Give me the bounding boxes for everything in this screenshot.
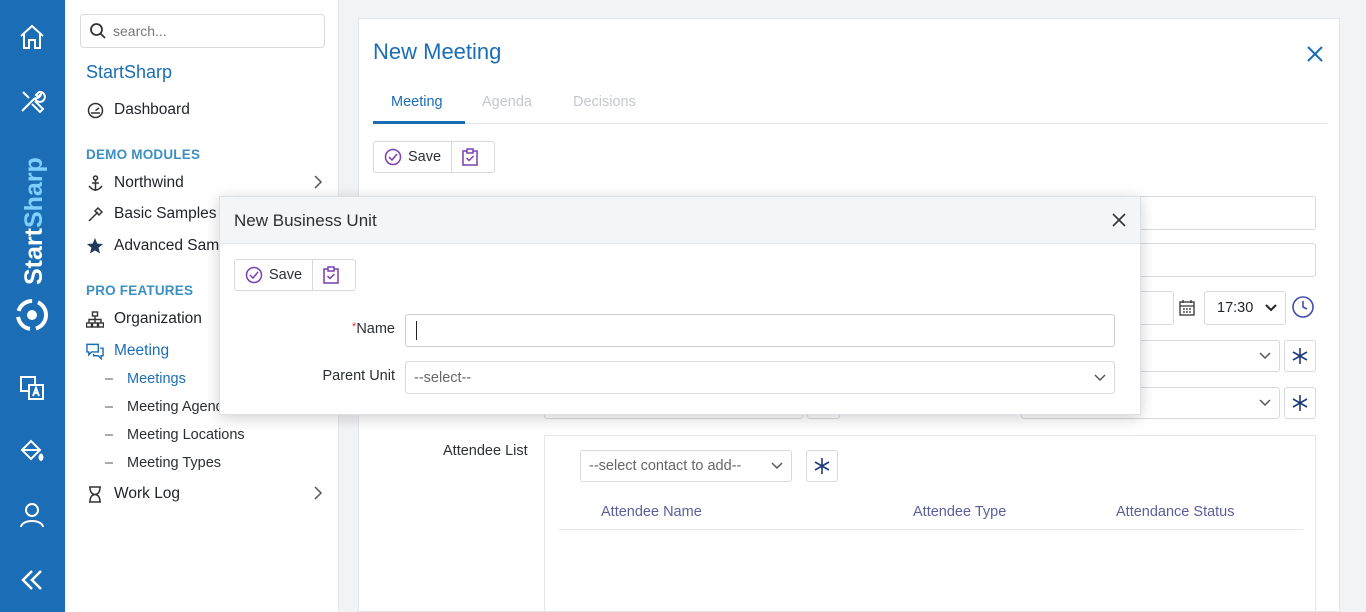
asterisk-icon [814, 458, 830, 474]
paint-bucket-icon[interactable] [17, 436, 47, 466]
icon-rail: StartSharp [0, 0, 65, 612]
end-time-value: 17:30 [1217, 300, 1254, 316]
clipboard-check-icon [323, 266, 339, 284]
modal-save-button[interactable]: Save [235, 260, 312, 290]
sidebar-subitem-meetings[interactable]: – Meetings [105, 371, 186, 387]
meeting-name-input[interactable] [1139, 196, 1316, 230]
column-attendee-name[interactable]: Attendee Name [601, 504, 702, 520]
modal-header: New Business Unit [220, 197, 1140, 244]
sidebar-item-northwind[interactable]: Northwind [86, 174, 184, 192]
tab-indicator [373, 121, 465, 124]
sidebar-item-dashboard[interactable]: Dashboard [86, 101, 190, 119]
anchor-icon [86, 174, 104, 192]
sidebar-item-label: Northwind [114, 174, 184, 191]
meeting-number-input[interactable] [1139, 243, 1316, 277]
chat-icon [86, 342, 104, 360]
tab-agenda[interactable]: Agenda [482, 94, 532, 110]
main-toolbar: Save [373, 141, 496, 173]
text-cursor [416, 321, 417, 340]
attendee-grid: --select contact to add-- Attendee Name … [544, 435, 1316, 612]
wand-icon [86, 205, 104, 223]
add-contact-button[interactable] [806, 450, 838, 482]
end-date-input[interactable] [1139, 291, 1174, 325]
close-icon[interactable] [1306, 45, 1324, 68]
new-business-unit-modal: New Business Unit Save *Name Parent Unit… [219, 196, 1141, 415]
clipboard-check-icon [462, 148, 478, 166]
dialog-title: New Meeting [373, 39, 502, 64]
column-attendee-type[interactable]: Attendee Type [913, 504, 1006, 520]
chevron-right-icon [313, 175, 323, 192]
sidebar-item-label: Organization [114, 310, 202, 327]
clock-icon[interactable] [1291, 295, 1315, 324]
end-time-select[interactable]: 17:30 [1204, 291, 1286, 325]
contact-placeholder: --select contact to add-- [589, 458, 742, 474]
parent-unit-placeholder: --select-- [414, 369, 472, 386]
parent-unit-select[interactable]: --select-- [405, 361, 1115, 394]
column-attendance-status[interactable]: Attendance Status [1116, 504, 1235, 520]
chevron-down-icon [1265, 304, 1277, 312]
chevron-down-icon [1259, 399, 1271, 407]
sidebar-subitem-types[interactable]: – Meeting Types [105, 455, 221, 471]
home-icon[interactable] [17, 22, 47, 52]
tab-meeting[interactable]: Meeting [391, 94, 443, 110]
modal-apply-button[interactable] [312, 260, 355, 290]
star-icon [86, 237, 104, 255]
svg-text:StartSharp: StartSharp [20, 157, 48, 285]
calendar-icon[interactable] [1179, 299, 1195, 321]
check-circle-icon [384, 148, 402, 166]
sidebar-item-meeting[interactable]: Meeting [86, 342, 169, 360]
apply-button[interactable] [451, 142, 494, 172]
name-label: *Name [320, 321, 395, 337]
hourglass-icon [86, 485, 104, 503]
add-location-button[interactable] [1284, 340, 1316, 372]
gauge-icon [86, 101, 104, 119]
save-label: Save [269, 267, 303, 283]
sidebar-item-organization[interactable]: Organization [86, 310, 202, 328]
brand-logo: StartSharp [12, 130, 52, 331]
asterisk-icon [1292, 348, 1308, 364]
save-button[interactable]: Save [374, 142, 451, 172]
search-input[interactable] [113, 23, 313, 39]
sidebar-item-label: Basic Samples [114, 205, 217, 222]
save-label: Save [408, 149, 442, 165]
contact-select[interactable]: --select contact to add-- [580, 450, 792, 482]
chevron-right-icon [313, 486, 323, 503]
name-label-text: Name [356, 321, 395, 337]
modal-title: New Business Unit [234, 211, 377, 230]
sidebar-item-label: Dashboard [114, 101, 190, 118]
search-icon [90, 23, 106, 39]
sidebar-subitem-label: Meeting Types [127, 455, 222, 471]
sidebar-item-label: Work Log [114, 485, 181, 502]
sidebar-subitem-label: Meeting Locations [127, 427, 245, 443]
asterisk-icon [1292, 395, 1308, 411]
parent-unit-label: Parent Unit [322, 368, 395, 384]
sidebar-subitem-label: Meetings [127, 371, 186, 387]
modal-close-icon[interactable] [1112, 213, 1126, 232]
add-reporter-button[interactable] [1284, 387, 1316, 419]
chevron-down-icon [1094, 373, 1106, 381]
search-box [80, 14, 325, 48]
chevron-down-icon [1259, 352, 1271, 360]
modal-toolbar: Save [234, 259, 357, 291]
tab-bar: Meeting Agenda Decisions [373, 91, 1327, 124]
sidebar-item-work-log[interactable]: Work Log [86, 485, 180, 503]
section-pro-features: PRO FEATURES [86, 283, 194, 298]
tab-decisions[interactable]: Decisions [573, 94, 636, 110]
name-input[interactable] [405, 314, 1115, 347]
sidebar-item-label: Meeting [114, 342, 170, 359]
translate-icon[interactable] [17, 373, 47, 403]
grid-header-divider [559, 529, 1303, 530]
tools-icon[interactable] [17, 86, 47, 116]
section-demo-modules: DEMO MODULES [86, 147, 201, 162]
sidebar-subitem-locations[interactable]: – Meeting Locations [105, 427, 245, 443]
sidebar-item-basic-samples[interactable]: Basic Samples [86, 205, 217, 223]
collapse-icon[interactable] [17, 565, 47, 595]
sitemap-icon [86, 310, 104, 328]
sidebar-title: StartSharp [86, 62, 173, 82]
location-select[interactable] [1139, 340, 1280, 372]
user-icon[interactable] [17, 500, 47, 530]
attendee-list-label: Attendee List [443, 443, 528, 459]
check-circle-icon [245, 266, 263, 284]
chevron-down-icon [771, 462, 783, 470]
